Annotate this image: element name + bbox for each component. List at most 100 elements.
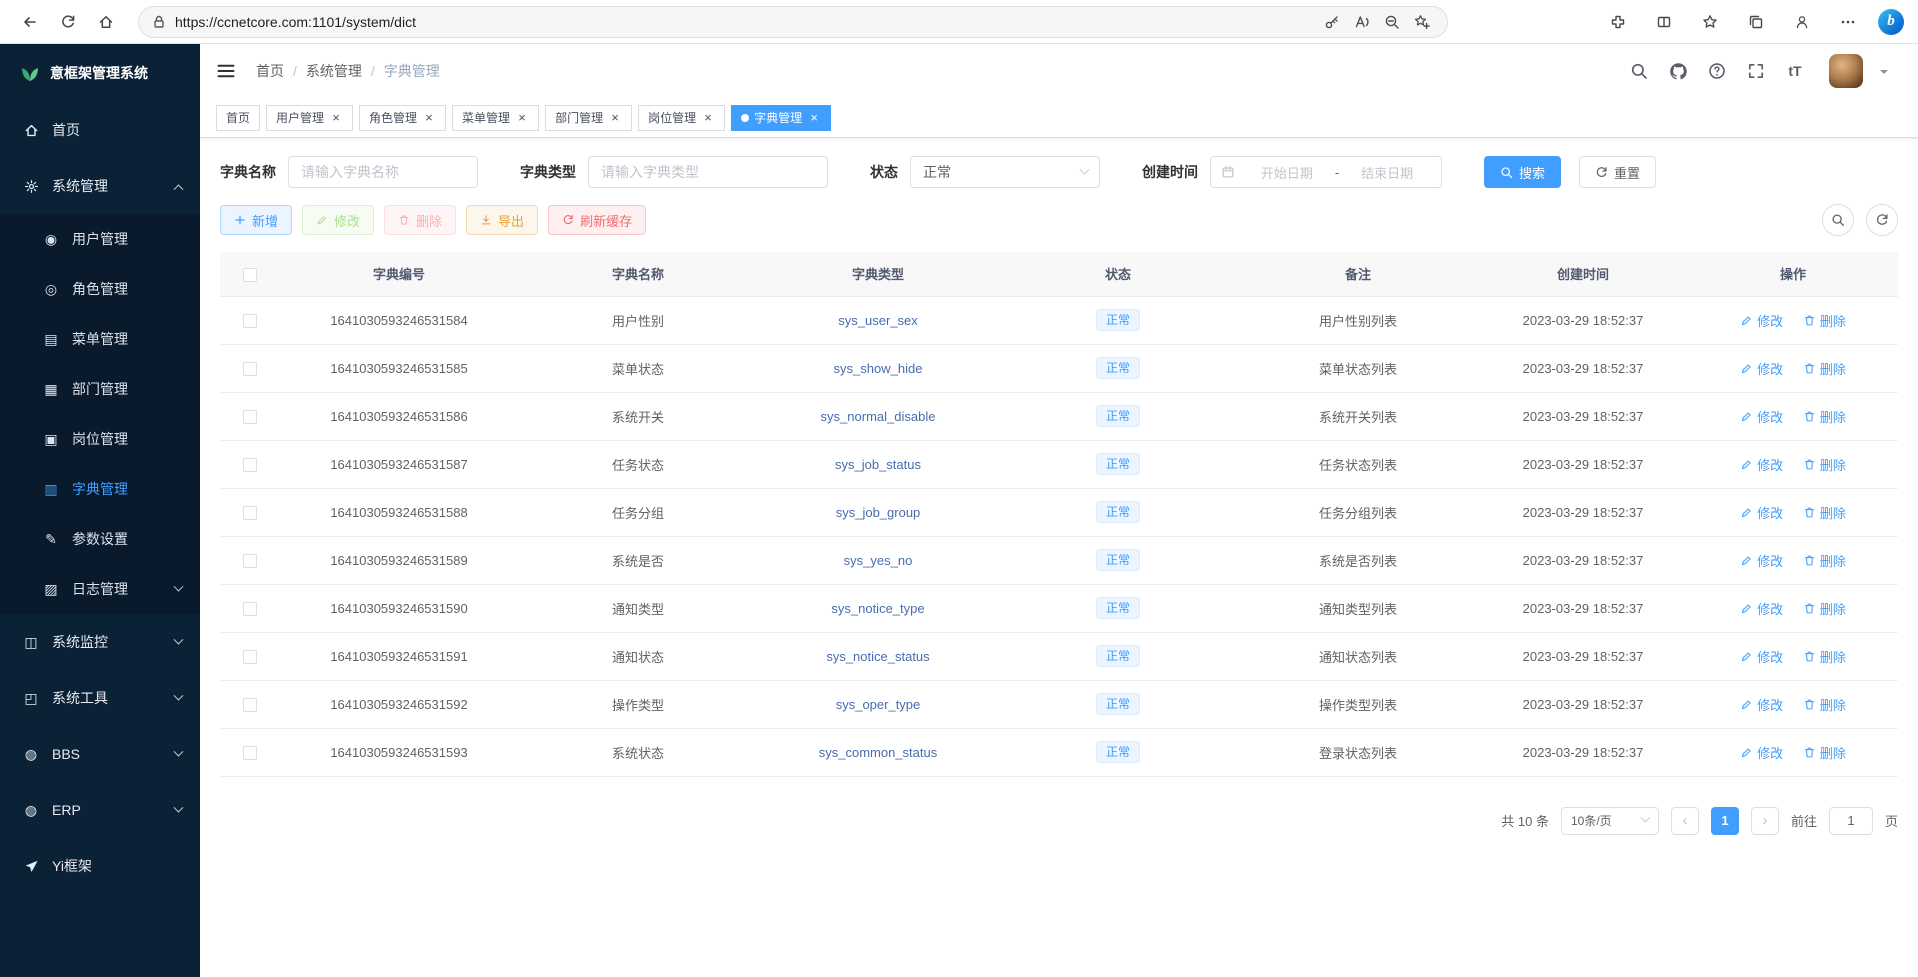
row-edit-link[interactable]: 修改 <box>1740 647 1783 666</box>
breadcrumb-label[interactable]: 首页 <box>256 61 284 81</box>
sidebar-item-home[interactable]: 首页 <box>0 102 200 158</box>
row-checkbox[interactable] <box>243 698 257 712</box>
sidebar-subitem[interactable]: 岗位管理 <box>0 414 200 464</box>
user-avatar[interactable] <box>1829 54 1863 88</box>
row-edit-link[interactable]: 修改 <box>1740 311 1783 330</box>
refresh-icon[interactable] <box>52 6 84 38</box>
status-select[interactable]: 正常 <box>910 156 1100 188</box>
date-range-picker[interactable]: 开始日期 - 结束日期 <box>1210 156 1442 188</box>
row-edit-link[interactable]: 修改 <box>1740 743 1783 762</box>
extensions-icon[interactable] <box>1602 6 1634 38</box>
font-size-icon[interactable]: tT <box>1784 60 1806 82</box>
sidebar-subitem[interactable]: 参数设置 <box>0 514 200 564</box>
sidebar-subitem[interactable]: 日志管理 <box>0 564 200 614</box>
address-bar[interactable] <box>138 6 1448 38</box>
back-icon[interactable] <box>14 6 46 38</box>
help-icon[interactable] <box>1706 60 1728 82</box>
sidebar-subitem[interactable]: 部门管理 <box>0 364 200 414</box>
dict-type-link[interactable]: sys_job_status <box>835 457 921 472</box>
row-edit-link[interactable]: 修改 <box>1740 551 1783 570</box>
row-delete-link[interactable]: 删除 <box>1803 455 1846 474</box>
url-input[interactable] <box>175 14 1315 30</box>
dict-type-link[interactable]: sys_oper_type <box>836 697 921 712</box>
refresh-cache-button[interactable]: 刷新缓存 <box>548 205 646 235</box>
breadcrumb-label[interactable]: 字典管理 <box>384 61 440 81</box>
add-button[interactable]: 新增 <box>220 205 292 235</box>
tab[interactable]: 岗位管理 × <box>638 105 725 131</box>
row-delete-link[interactable]: 删除 <box>1803 359 1846 378</box>
close-tab-icon[interactable]: × <box>515 111 529 125</box>
row-delete-link[interactable]: 删除 <box>1803 311 1846 330</box>
collections-icon[interactable] <box>1740 6 1772 38</box>
export-button[interactable]: 导出 <box>466 205 538 235</box>
row-delete-link[interactable]: 删除 <box>1803 599 1846 618</box>
delete-button[interactable]: 删除 <box>384 205 456 235</box>
sidebar-group-item[interactable]: 系统工具 <box>0 670 200 726</box>
sidebar-subitem[interactable]: 角色管理 <box>0 264 200 314</box>
dict-type-link[interactable]: sys_common_status <box>819 745 938 760</box>
dict-type-link[interactable]: sys_user_sex <box>838 313 917 328</box>
password-key-icon[interactable] <box>1319 9 1345 35</box>
dict-type-link[interactable]: sys_job_group <box>836 505 921 520</box>
row-checkbox[interactable] <box>243 314 257 328</box>
row-delete-link[interactable]: 删除 <box>1803 743 1846 762</box>
sidebar-group-item[interactable]: ERP <box>0 782 200 838</box>
sidebar-group-item[interactable]: BBS <box>0 726 200 782</box>
home-icon[interactable] <box>90 6 122 38</box>
sidebar-group-item[interactable]: 系统监控 <box>0 614 200 670</box>
dict-type-link[interactable]: sys_show_hide <box>834 361 923 376</box>
row-checkbox[interactable] <box>243 362 257 376</box>
fullscreen-icon[interactable] <box>1745 60 1767 82</box>
collapse-sidebar-icon[interactable] <box>216 61 238 81</box>
tab[interactable]: 菜单管理 × <box>452 105 539 131</box>
refresh-table-button[interactable] <box>1866 204 1898 236</box>
dict-type-link[interactable]: sys_notice_type <box>831 601 924 616</box>
row-edit-link[interactable]: 修改 <box>1740 503 1783 522</box>
sidebar-item-yi[interactable]: Yi框架 <box>0 838 200 894</box>
tab[interactable]: 部门管理 × <box>545 105 632 131</box>
search-button[interactable]: 搜索 <box>1484 156 1561 188</box>
browser-profile-icon[interactable] <box>1786 6 1818 38</box>
favorites-icon[interactable] <box>1694 6 1726 38</box>
row-checkbox[interactable] <box>243 554 257 568</box>
row-edit-link[interactable]: 修改 <box>1740 359 1783 378</box>
prev-page-button[interactable]: ‹ <box>1671 807 1699 835</box>
zoom-out-icon[interactable] <box>1379 9 1405 35</box>
row-edit-link[interactable]: 修改 <box>1740 407 1783 426</box>
row-checkbox[interactable] <box>243 506 257 520</box>
tab[interactable]: 首页 <box>216 105 260 131</box>
current-page-button[interactable]: 1 <box>1711 807 1739 835</box>
add-favorite-icon[interactable] <box>1409 9 1435 35</box>
row-checkbox[interactable] <box>243 746 257 760</box>
reset-button[interactable]: 重置 <box>1579 156 1656 188</box>
dict-type-link[interactable]: sys_yes_no <box>844 553 913 568</box>
tab[interactable]: 字典管理 × <box>731 105 831 131</box>
row-delete-link[interactable]: 删除 <box>1803 407 1846 426</box>
row-delete-link[interactable]: 删除 <box>1803 551 1846 570</box>
row-delete-link[interactable]: 删除 <box>1803 695 1846 714</box>
github-icon[interactable] <box>1667 60 1689 82</box>
row-edit-link[interactable]: 修改 <box>1740 695 1783 714</box>
breadcrumb-label[interactable]: 系统管理 <box>306 61 362 81</box>
row-edit-link[interactable]: 修改 <box>1740 455 1783 474</box>
dict-type-link[interactable]: sys_normal_disable <box>821 409 936 424</box>
dict-name-input[interactable] <box>288 156 478 188</box>
dict-type-input[interactable] <box>588 156 828 188</box>
more-menu-icon[interactable] <box>1832 6 1864 38</box>
close-tab-icon[interactable]: × <box>807 111 821 125</box>
row-checkbox[interactable] <box>243 410 257 424</box>
next-page-button[interactable]: › <box>1751 807 1779 835</box>
edit-button[interactable]: 修改 <box>302 205 374 235</box>
row-checkbox[interactable] <box>243 458 257 472</box>
caret-down-icon[interactable] <box>1880 70 1888 78</box>
tab[interactable]: 角色管理 × <box>359 105 446 131</box>
row-edit-link[interactable]: 修改 <box>1740 599 1783 618</box>
sidebar-subitem[interactable]: 字典管理 <box>0 464 200 514</box>
select-all-checkbox[interactable] <box>243 268 257 282</box>
sidebar-subitem[interactable]: 菜单管理 <box>0 314 200 364</box>
close-tab-icon[interactable]: × <box>329 111 343 125</box>
search-icon[interactable] <box>1628 60 1650 82</box>
row-checkbox[interactable] <box>243 650 257 664</box>
toggle-search-button[interactable] <box>1822 204 1854 236</box>
row-delete-link[interactable]: 删除 <box>1803 647 1846 666</box>
